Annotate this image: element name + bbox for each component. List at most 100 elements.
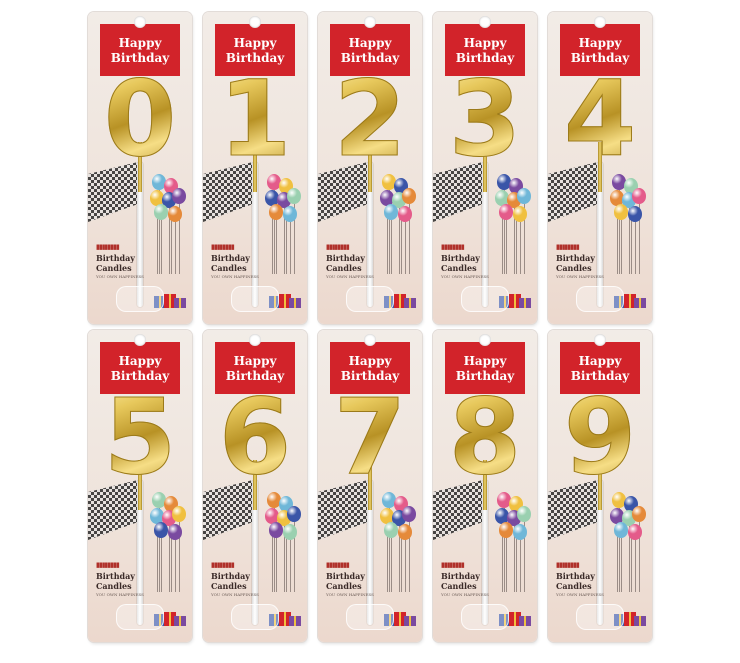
hang-hole [594,334,606,346]
number-candle: 7 [318,382,422,493]
candle-package-1: Happy Birthday 1 ▮▮▮▮▮▮▮▮ Birthday Candl… [203,12,307,324]
number-candle: 2 [318,64,422,175]
product-label: ▮▮▮▮▮▮▮▮ Birthday Candles YOU OWN HAPPIN… [211,242,273,279]
balloon-string [391,220,392,274]
candle-package-7: Happy Birthday 7 ▮▮▮▮▮▮▮▮ Birthday Candl… [318,330,422,642]
banner-line-1: Happy [118,354,162,368]
product-photo-grid: Happy Birthday 0 ▮▮▮▮▮▮▮▮ Birthday Candl… [0,0,740,663]
banner-line-1: Happy [118,36,162,50]
balloon-string [506,220,507,274]
candle-package-9: Happy Birthday 9 ▮▮▮▮▮▮▮▮ Birthday Candl… [548,330,652,642]
balloon-icon [283,206,297,222]
product-tagline: YOU OWN HAPPINESS [441,274,489,279]
product-label: ▮▮▮▮▮▮▮▮ Birthday Candles YOU OWN HAPPIN… [211,560,273,597]
product-title: Birthday Candles [211,253,250,273]
gift-box-icon [519,616,531,626]
gift-box-icon [404,298,416,308]
candle-package-6: Happy Birthday 6 ▮▮▮▮▮▮▮▮ Birthday Candl… [203,330,307,642]
number-candle: 0 [88,64,192,175]
product-tagline: YOU OWN HAPPINESS [211,274,259,279]
gift-box-icon [634,616,646,626]
candle-package-2: Happy Birthday 2 ▮▮▮▮▮▮▮▮ Birthday Candl… [318,12,422,324]
balloon-string [405,222,406,274]
number-candle: 6 [203,382,307,493]
banner-line-1: Happy [233,36,277,50]
balloon-string [161,538,162,592]
plastic-blister-tray [116,286,164,312]
mini-candles-icon: ▮▮▮▮▮▮▮▮ [96,560,120,569]
product-tagline: YOU OWN HAPPINESS [556,592,604,597]
balloon-icon [632,506,646,522]
banner-line-1: Happy [233,354,277,368]
banner-line-1: Happy [348,354,392,368]
product-label: ▮▮▮▮▮▮▮▮ Birthday Candles YOU OWN HAPPIN… [441,560,503,597]
balloon-string [276,220,277,274]
balloon-string [506,538,507,592]
hang-hole [134,334,146,346]
balloon-icon [628,524,642,540]
candle-package-3: Happy Birthday 3 ▮▮▮▮▮▮▮▮ Birthday Candl… [433,12,537,324]
balloon-string [290,540,291,592]
mini-candles-icon: ▮▮▮▮▮▮▮▮ [441,242,465,251]
mini-candles-icon: ▮▮▮▮▮▮▮▮ [211,242,235,251]
balloon-icon [384,204,398,220]
balloon-icon [398,206,412,222]
gift-box-icon [289,298,301,308]
mini-candles-icon: ▮▮▮▮▮▮▮▮ [556,242,580,251]
plastic-blister-tray [576,286,624,312]
product-label: ▮▮▮▮▮▮▮▮ Birthday Candles YOU OWN HAPPIN… [326,560,388,597]
number-candle: 8 [433,382,537,493]
hang-hole [249,334,261,346]
plastic-blister-tray [231,604,279,630]
balloon-icon [513,524,527,540]
balloon-icon [402,506,416,522]
mini-candles-icon: ▮▮▮▮▮▮▮▮ [326,242,350,251]
mini-candles-icon: ▮▮▮▮▮▮▮▮ [96,242,120,251]
product-title: Birthday Candles [96,253,135,273]
product-tagline: YOU OWN HAPPINESS [96,592,144,597]
balloon-icon [287,506,301,522]
balloon-icon [398,524,412,540]
product-label: ▮▮▮▮▮▮▮▮ Birthday Candles YOU OWN HAPPIN… [96,242,158,279]
banner-line-1: Happy [463,354,507,368]
balloon-string [405,540,406,592]
gift-box-icon [174,616,186,626]
product-label: ▮▮▮▮▮▮▮▮ Birthday Candles YOU OWN HAPPIN… [556,242,618,279]
product-title: Birthday Candles [211,571,250,591]
balloon-icon [172,188,186,204]
balloon-icon [513,206,527,222]
product-label: ▮▮▮▮▮▮▮▮ Birthday Candles YOU OWN HAPPIN… [96,560,158,597]
balloon-string [621,220,622,274]
balloon-icon [517,188,531,204]
mini-candles-icon: ▮▮▮▮▮▮▮▮ [211,560,235,569]
balloon-icon [402,188,416,204]
balloon-string [391,538,392,592]
balloon-icon [632,188,646,204]
product-title: Birthday Candles [326,571,365,591]
product-title: Birthday Candles [556,571,595,591]
product-tagline: YOU OWN HAPPINESS [326,592,374,597]
plastic-blister-tray [576,604,624,630]
banner-line-1: Happy [463,36,507,50]
product-title: Birthday Candles [441,571,480,591]
mini-candles-icon: ▮▮▮▮▮▮▮▮ [441,560,465,569]
number-candle: 4 [548,64,652,175]
balloon-icon [269,522,283,538]
hang-hole [249,16,261,28]
balloon-icon [172,506,186,522]
hang-hole [594,16,606,28]
plastic-blister-tray [346,604,394,630]
balloon-icon [168,206,182,222]
plastic-blister-tray [461,604,509,630]
balloon-icon [614,204,628,220]
hang-hole [134,16,146,28]
product-label: ▮▮▮▮▮▮▮▮ Birthday Candles YOU OWN HAPPIN… [441,242,503,279]
product-title: Birthday Candles [556,253,595,273]
product-tagline: YOU OWN HAPPINESS [441,592,489,597]
balloon-icon [269,204,283,220]
gift-box-icon [519,298,531,308]
number-candle: 9 [548,382,652,493]
balloon-string [175,222,176,274]
balloon-icon [384,522,398,538]
balloon-icon [154,204,168,220]
